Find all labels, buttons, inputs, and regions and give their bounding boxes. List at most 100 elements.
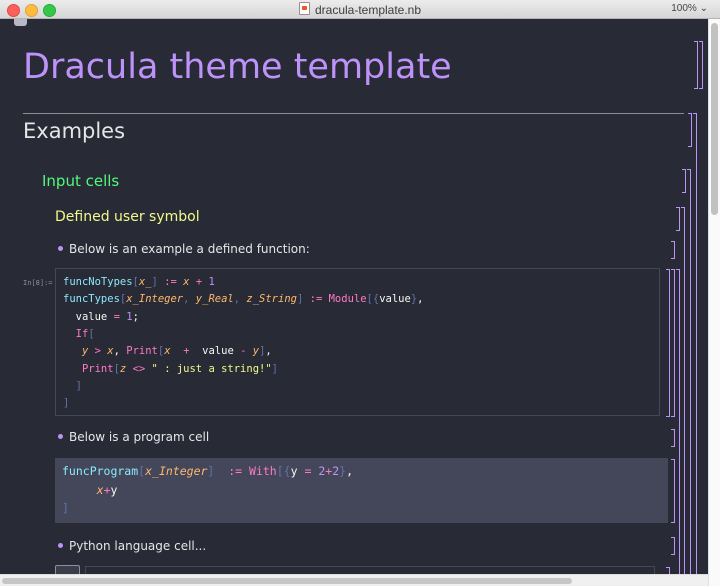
bullet-text: Python language cell... [69, 539, 207, 553]
code-token: value [63, 310, 114, 323]
cell-bracket[interactable] [676, 207, 680, 231]
code-line: funcProgram[x_Integer] := With[{y = 2+2}… [62, 464, 353, 478]
cell-bracket[interactable] [688, 113, 692, 147]
code-token: x_Integer [126, 293, 184, 306]
cell-bracket[interactable] [671, 459, 675, 523]
code-line: ] [62, 501, 69, 515]
bullet-item: Below is a program cell [58, 430, 209, 444]
code-token: , [113, 345, 127, 358]
code-token: + [103, 482, 111, 497]
cell-bracket[interactable] [666, 269, 670, 417]
code-token: , [346, 464, 353, 478]
cell-bracket[interactable] [671, 537, 675, 555]
notebook-title: Dracula theme template [23, 47, 452, 87]
code-token: [{ [276, 464, 291, 478]
code-token: [ [88, 327, 95, 340]
code-token: ] [62, 501, 69, 515]
section-heading: Examples [23, 119, 126, 143]
vertical-scroll-thumb[interactable] [711, 23, 718, 215]
code-token: With [249, 464, 277, 478]
python-language-icon[interactable] [55, 565, 80, 574]
cell-bracket[interactable] [682, 169, 686, 193]
horizontal-scrollbar[interactable] [0, 574, 708, 586]
cell-bracket[interactable] [671, 269, 675, 417]
code-token: Module [328, 293, 367, 306]
code-token: x_Integer [145, 464, 208, 478]
code-token: " : just a string!" [151, 362, 272, 375]
code-token: z_String [246, 293, 297, 306]
window-title-text: dracula-template.nb [314, 3, 422, 17]
code-line: x+y [62, 482, 118, 497]
bullet-item: Python language cell... [58, 539, 206, 553]
python-code-cell[interactable] [85, 566, 655, 574]
program-code-cell[interactable]: funcProgram[x_Integer] := With[{y = 2+2}… [55, 458, 668, 523]
code-token: [{ [366, 293, 380, 306]
code-token: y_Real [195, 293, 234, 306]
code-token: , [417, 293, 424, 306]
code-token: value [379, 293, 411, 306]
code-token: y [290, 464, 305, 478]
code-token: y [110, 482, 118, 497]
code-line: Print[z <> " : just a string!"] [63, 363, 278, 375]
code-token: ; [132, 310, 139, 323]
bullet-dot-icon [58, 543, 63, 548]
cell-bracket[interactable] [671, 429, 675, 447]
code-token: := [228, 464, 243, 478]
code-token: := [309, 293, 323, 306]
notebook-document-icon [298, 2, 310, 15]
code-token: ] [271, 362, 278, 375]
window-titlebar: dracula-template.nb 100% ⌄ [0, 0, 720, 19]
cell-bracket[interactable] [687, 169, 691, 574]
zoom-level: 100% [671, 3, 697, 14]
code-token: funcProgram [62, 464, 139, 478]
bullet-dot-icon [58, 434, 63, 439]
code-line: y > x, Print[x + value - y], [63, 345, 272, 357]
input-cell-label: In[8]:= [23, 279, 53, 287]
zoom-menu[interactable]: 100% ⌄ [671, 3, 708, 14]
code-token: funcTypes [63, 293, 120, 306]
code-token: ] [75, 379, 82, 392]
cell-bracket[interactable] [693, 113, 697, 574]
cell-bracket[interactable] [694, 41, 698, 89]
code-token: := [164, 276, 177, 288]
code-line: ] [63, 397, 69, 409]
code-token: 1 [208, 276, 215, 288]
input-code-cell[interactable]: funcNoTypes[x_] := x + 1 funcTypes[x_Inte… [55, 268, 660, 416]
bullet-text: Below is a program cell [69, 430, 210, 444]
cell-insertion-marker-icon [14, 19, 27, 26]
bullet-item: Below is an example a defined function: [58, 242, 310, 256]
code-token: funcNoTypes [63, 276, 133, 288]
code-token: ] [63, 397, 70, 410]
bullet-text: Below is an example a defined function: [69, 242, 310, 256]
code-token: x_ [138, 276, 152, 288]
code-token: Print [126, 345, 158, 358]
cell-bracket[interactable] [666, 567, 670, 574]
code-line: value = 1; [63, 311, 139, 323]
window-title: dracula-template.nb [0, 2, 720, 17]
vertical-scrollbar[interactable] [708, 19, 720, 586]
code-token: Print [81, 362, 114, 375]
code-token: If [75, 327, 89, 340]
cell-bracket[interactable] [671, 241, 675, 259]
code-token: x [96, 482, 104, 497]
cell-bracket[interactable] [681, 207, 685, 574]
code-line: ] [63, 380, 82, 392]
chevron-down-icon: ⌄ [699, 3, 708, 14]
bullet-dot-icon [58, 246, 63, 251]
subsubsection-heading: Defined user symbol [55, 209, 200, 225]
cell-bracket[interactable] [699, 41, 703, 89]
code-line: funcNoTypes[x_] := x + 1 [63, 276, 215, 288]
horizontal-scroll-thumb[interactable] [2, 578, 572, 584]
cell-bracket[interactable] [676, 269, 680, 574]
section-divider [23, 113, 684, 114]
code-line: funcTypes[x_Integer, y_Real, z_String] :… [63, 293, 423, 305]
code-token: value [189, 345, 241, 358]
